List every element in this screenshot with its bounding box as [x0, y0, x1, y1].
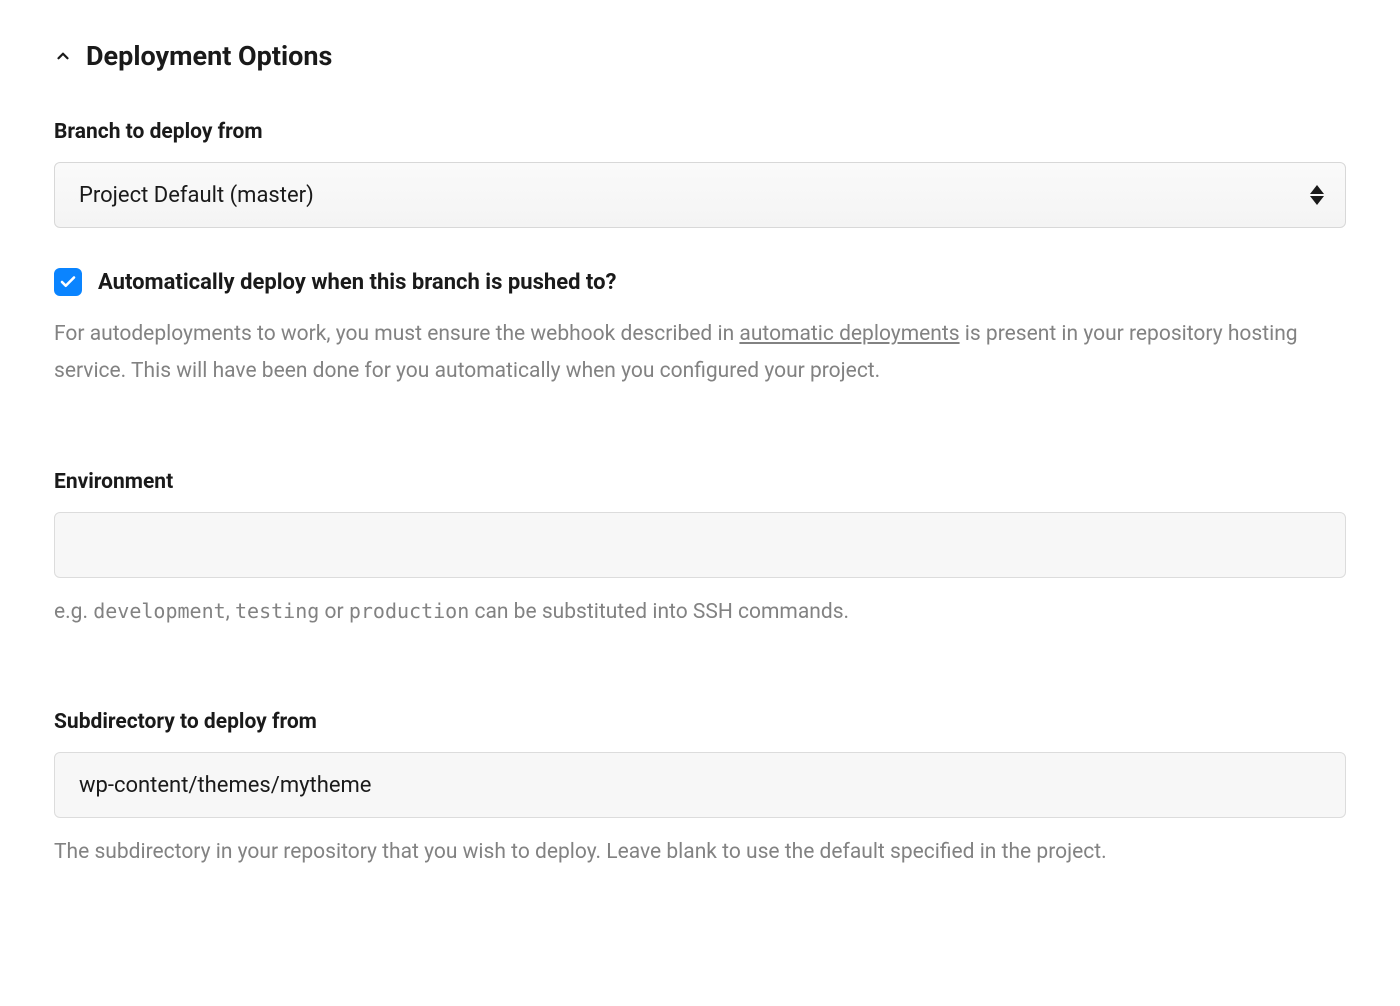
subdirectory-input[interactable]: [54, 752, 1346, 818]
subdirectory-label: Subdirectory to deploy from: [54, 710, 1346, 734]
branch-select-wrapper: Project Default (master): [54, 162, 1346, 228]
section-title: Deployment Options: [86, 40, 332, 72]
environment-label: Environment: [54, 470, 1346, 494]
subdirectory-help-text: The subdirectory in your repository that…: [54, 834, 1346, 871]
environment-help-code1: development: [93, 599, 225, 623]
chevron-up-icon: [54, 47, 72, 65]
autodeploy-field-group: Automatically deploy when this branch is…: [54, 268, 1346, 390]
branch-select[interactable]: Project Default (master): [54, 162, 1346, 228]
section-header[interactable]: Deployment Options: [54, 40, 1346, 72]
autodeploy-checkbox-label[interactable]: Automatically deploy when this branch is…: [98, 270, 616, 295]
automatic-deployments-link[interactable]: automatic deployments: [739, 322, 959, 346]
branch-field-group: Branch to deploy from Project Default (m…: [54, 120, 1346, 228]
environment-help-text: e.g. development, testing or production …: [54, 594, 1346, 631]
autodeploy-help-text: For autodeployments to work, you must en…: [54, 316, 1346, 390]
branch-label: Branch to deploy from: [54, 120, 1346, 144]
checkmark-icon: [59, 273, 77, 291]
environment-help-code3: production: [349, 599, 469, 623]
environment-help-code2: testing: [235, 599, 319, 623]
environment-help-sep1: ,: [226, 600, 235, 624]
environment-field-group: Environment e.g. development, testing or…: [54, 470, 1346, 631]
autodeploy-checkbox[interactable]: [54, 268, 82, 296]
autodeploy-help-prefix: For autodeployments to work, you must en…: [54, 322, 739, 346]
environment-help-sep2: or: [319, 600, 349, 624]
environment-help-suffix: can be substituted into SSH commands.: [469, 600, 849, 624]
autodeploy-checkbox-row: Automatically deploy when this branch is…: [54, 268, 1346, 296]
subdirectory-field-group: Subdirectory to deploy from The subdirec…: [54, 710, 1346, 871]
environment-input[interactable]: [54, 512, 1346, 578]
environment-help-prefix: e.g.: [54, 600, 93, 624]
